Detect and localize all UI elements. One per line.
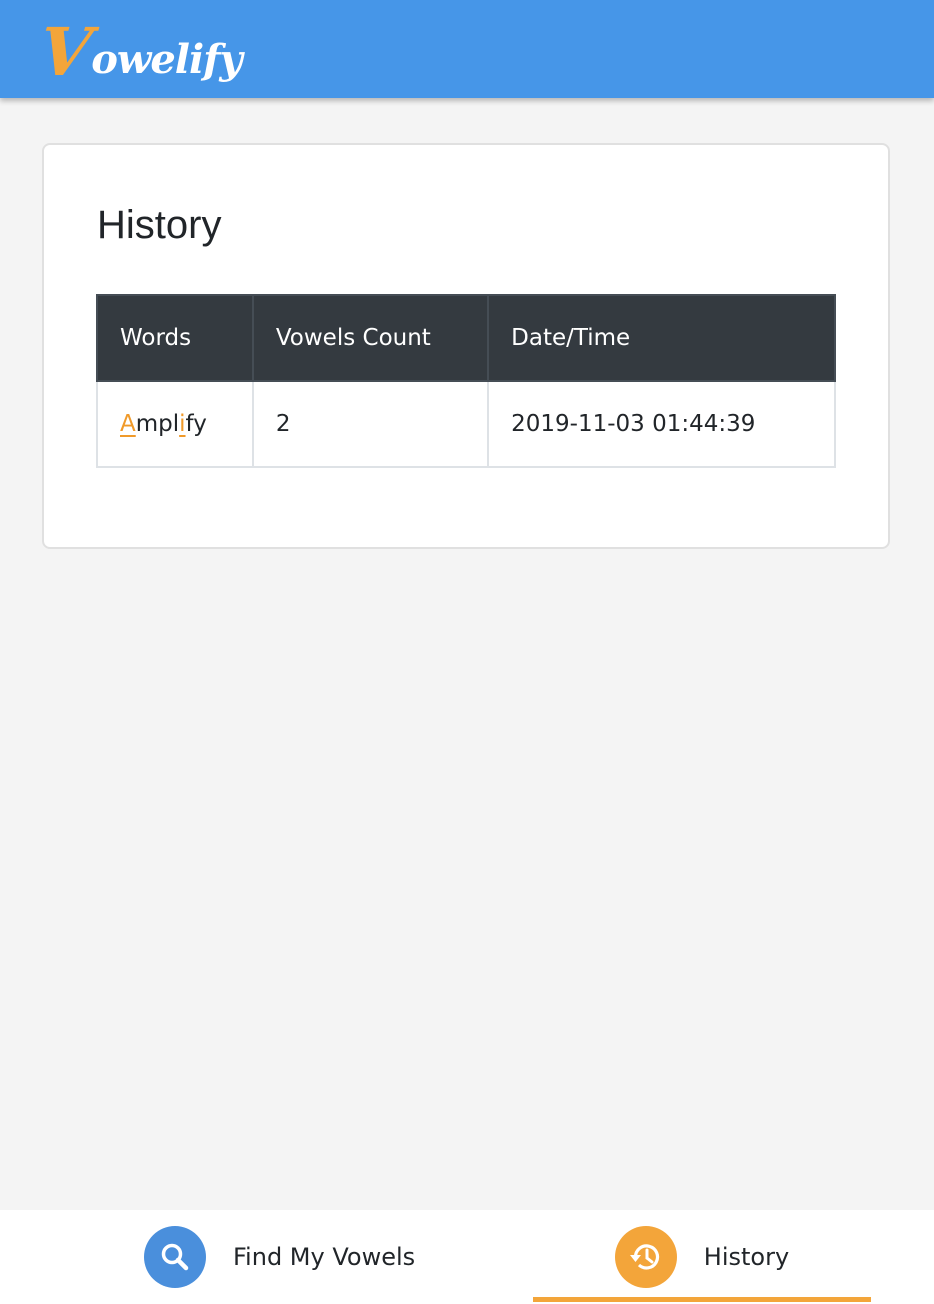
column-header-datetime: Date/Time	[487, 294, 836, 382]
active-tab-indicator	[533, 1297, 871, 1302]
history-table: Words Vowels Count Date/Time Amplify 2 2…	[96, 294, 836, 468]
table-row: Amplify 2 2019-11-03 01:44:39	[96, 380, 836, 468]
word-cell: Amplify	[96, 380, 254, 468]
nav-history[interactable]: History	[533, 1210, 871, 1304]
column-header-words: Words	[96, 294, 254, 382]
vowels-count-cell: 2	[251, 380, 490, 468]
datetime-cell: 2019-11-03 01:44:39	[487, 380, 836, 468]
history-icon	[614, 1226, 677, 1288]
page-title: History	[97, 203, 222, 247]
nav-find-my-vowels[interactable]: Find My Vowels	[144, 1210, 415, 1304]
nav-find-label: Find My Vowels	[233, 1243, 416, 1271]
table-header-row: Words Vowels Count Date/Time	[96, 294, 836, 382]
word-fragment: fy	[185, 411, 207, 437]
logo-text: owelify	[91, 36, 242, 83]
word-fragment: mpl	[135, 411, 180, 437]
bottom-nav: Find My Vowels History	[0, 1210, 934, 1304]
search-icon	[144, 1226, 206, 1288]
column-header-vowels-count: Vowels Count	[251, 294, 490, 382]
logo-initial: V	[35, 13, 96, 91]
app-logo[interactable]: V owelify	[35, 13, 243, 91]
app-header: V owelify	[0, 0, 934, 98]
vowel-highlight: A	[120, 411, 136, 437]
nav-history-label: History	[703, 1243, 790, 1271]
